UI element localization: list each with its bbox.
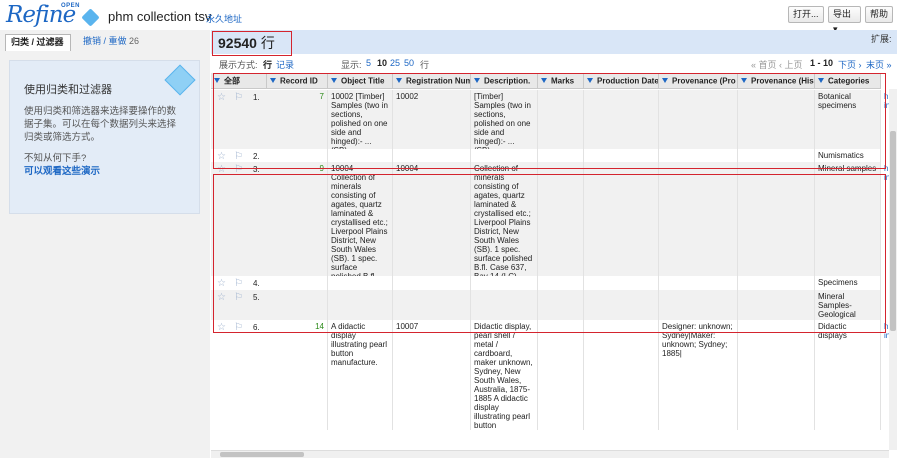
vertical-scrollbar[interactable] <box>889 89 897 450</box>
export-button[interactable]: 导出 ▾ <box>828 6 861 34</box>
mode-records[interactable]: 记录 <box>276 58 294 71</box>
mode-rows[interactable]: 行 <box>263 58 272 71</box>
next-page[interactable]: 下页 › <box>838 58 862 71</box>
screencast-link[interactable]: 可以观看这些演示 <box>24 163 100 177</box>
right-panel: 92540 行 扩展: 展示方式: 行 记录 显示: 5 10 25 50 行 … <box>211 30 897 458</box>
tab-undo-redo[interactable]: 撤销 / 重做 26 <box>78 34 144 51</box>
highlight-row-count <box>212 31 292 56</box>
page-range: 1 - 10 <box>810 58 834 68</box>
help-text: 使用归类和筛选器来选择要操作的数据子集。可以在每个数据列头来选择归类或筛选方式。 <box>24 106 177 143</box>
cell-production-date[interactable] <box>584 320 659 430</box>
last-page[interactable]: 末页 » <box>866 58 892 71</box>
cell-object-title[interactable]: A didactic display illustrating pearl bu… <box>328 320 393 430</box>
page-size-unit: 行 <box>420 60 430 70</box>
first-page[interactable]: « 首页 <box>751 58 777 71</box>
prev-page[interactable]: ‹ 上页 <box>779 58 803 71</box>
page-size-5[interactable]: 5 <box>366 58 371 68</box>
project-title[interactable]: phm collection tsv <box>108 9 211 24</box>
facet-help-box: 使用归类和过滤器 使用归类和筛选器来选择要操作的数据子集。可以在每个数据列头来选… <box>9 60 200 214</box>
page-size-label: 显示: <box>341 60 362 70</box>
page-size-50[interactable]: 50 <box>404 58 414 68</box>
tab-undo-label: 撤销 / 重做 <box>83 36 127 46</box>
show-as-label: 展示方式: <box>219 60 258 70</box>
vertical-scroll-thumb[interactable] <box>890 131 896 331</box>
app-header: Refine OPEN phm collection tsv 永久地址 打开..… <box>0 0 897 34</box>
highlight-records-1 <box>213 73 886 169</box>
cell-categories[interactable]: Didactic displays <box>815 320 881 430</box>
undo-count: 26 <box>129 36 140 46</box>
summary-bar: 92540 行 扩展: <box>211 30 897 54</box>
help-button[interactable]: 帮助 <box>865 6 893 23</box>
page-size-25[interactable]: 25 <box>390 58 400 68</box>
tab-facets-filters[interactable]: 归类 / 过滤器 <box>5 34 71 51</box>
help-title: 使用归类和过滤器 <box>24 84 112 96</box>
horizontal-scrollbar[interactable] <box>211 450 889 458</box>
cell-provenance-his[interactable] <box>738 320 815 430</box>
cell-description[interactable]: Didactic display, pearl shell / metal / … <box>471 320 538 430</box>
cell-record-id[interactable]: 14 <box>267 320 328 430</box>
view-controls: 展示方式: 行 记录 显示: 5 10 25 50 行 « 首页 ‹ 上页 1 … <box>211 54 897 72</box>
gem-icon <box>164 64 196 96</box>
cell-marks[interactable] <box>538 320 584 430</box>
diamond-icon <box>81 8 100 27</box>
extensions-menu[interactable]: 扩展: <box>871 32 892 45</box>
table-row: ☆ ⚐ 6. 14 A didactic display illustrating pe… <box>211 320 890 430</box>
open-button[interactable]: 打开... <box>788 6 824 23</box>
cell-registration[interactable]: 10007 <box>393 320 471 430</box>
help-question: 不知从何下手? <box>24 153 87 164</box>
logo-badge: OPEN <box>61 3 81 9</box>
left-tabs: 归类 / 过滤器 撤销 / 重做 26 <box>0 32 210 51</box>
permalink-link[interactable]: 永久地址 <box>206 12 242 25</box>
openrefine-logo[interactable]: Refine OPEN <box>6 2 100 29</box>
page-size-10[interactable]: 10 <box>377 58 387 68</box>
horizontal-scroll-thumb[interactable] <box>220 452 304 457</box>
highlight-records-2 <box>213 174 886 333</box>
cell-provenance-pro[interactable]: Designer: unknown; Sydney|Maker: unknown… <box>659 320 738 430</box>
left-panel: 归类 / 过滤器 撤销 / 重做 26 使用归类和过滤器 使用归类和筛选器来选择… <box>0 30 210 458</box>
